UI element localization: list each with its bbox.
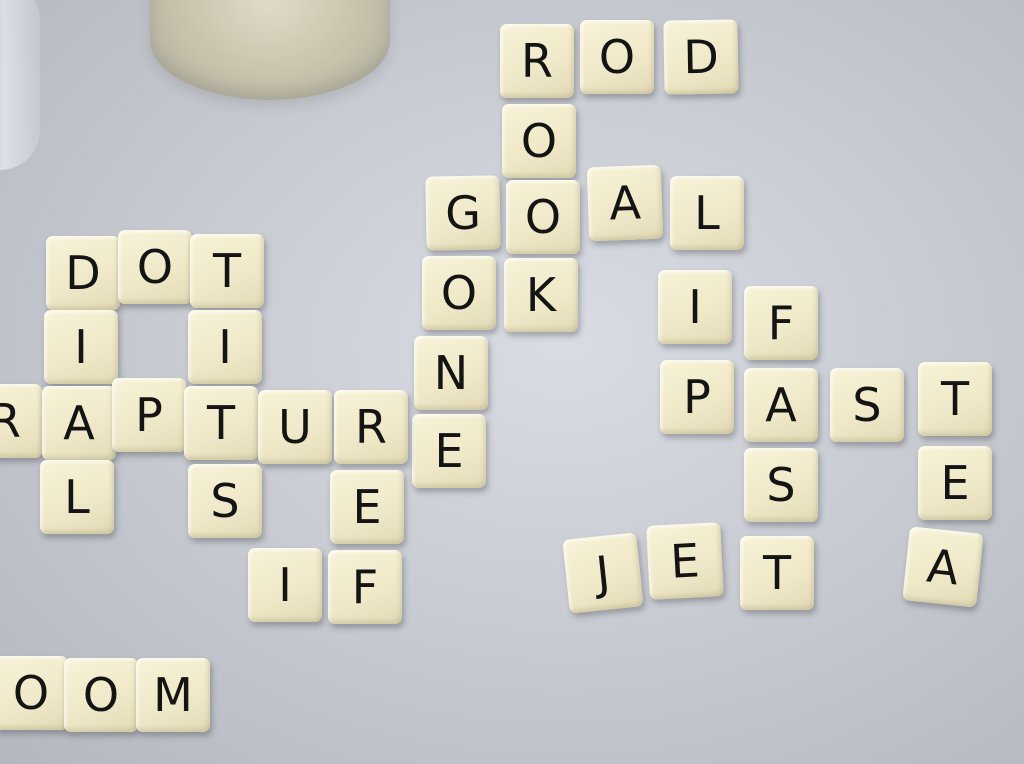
letter-tile: D [46,236,120,310]
letter-tile: A [744,368,818,442]
letter-tile: F [328,550,402,624]
letter-tile: P [112,378,186,452]
letter-tile: O [0,656,68,730]
letter-tile: O [506,180,580,254]
letter-tile: A [586,164,664,242]
letter-tile: A [42,386,116,460]
letter-tile: F [744,286,818,360]
letter-tile: N [414,336,488,410]
letter-tile: P [660,360,734,434]
letter-tile: O [118,230,192,304]
letter-tile: U [258,390,332,464]
letter-tile: I [248,548,322,622]
letter-tile: O [64,658,138,732]
letter-tile: M [136,658,210,732]
letter-tile: S [188,464,262,538]
letter-tile: E [646,522,724,600]
letter-tile: E [412,414,486,488]
letter-tile: I [658,270,732,344]
letter-tile: T [190,234,264,308]
letter-tile: T [918,362,992,436]
letter-tile: E [918,446,992,520]
letter-tile: L [670,176,744,250]
letter-tile: T [740,536,814,610]
glass-edge [0,0,40,170]
letter-tile: O [502,104,576,178]
glass-of-drink [150,0,390,100]
letter-tile: A [902,526,984,608]
letter-tile: S [830,368,904,442]
letter-tile: J [562,532,644,614]
letter-tile: I [188,310,262,384]
letter-tile: I [44,310,118,384]
letter-tile: L [40,460,114,534]
letter-tile: O [422,256,496,330]
letter-tile: R [0,384,42,458]
letter-tile: E [330,470,404,544]
tabletop-photo: RODOGOALOKNEDOTIIRAPTURLSEIFIFPASTSEJETA… [0,0,1024,764]
letter-tile: R [334,390,408,464]
letter-tile: T [184,386,258,460]
letter-tile: G [425,175,501,251]
letter-tile: S [744,448,818,522]
letter-tile: K [504,258,578,332]
letter-tile: O [580,20,654,94]
letter-tile: R [500,24,574,98]
letter-tile: D [663,19,739,95]
